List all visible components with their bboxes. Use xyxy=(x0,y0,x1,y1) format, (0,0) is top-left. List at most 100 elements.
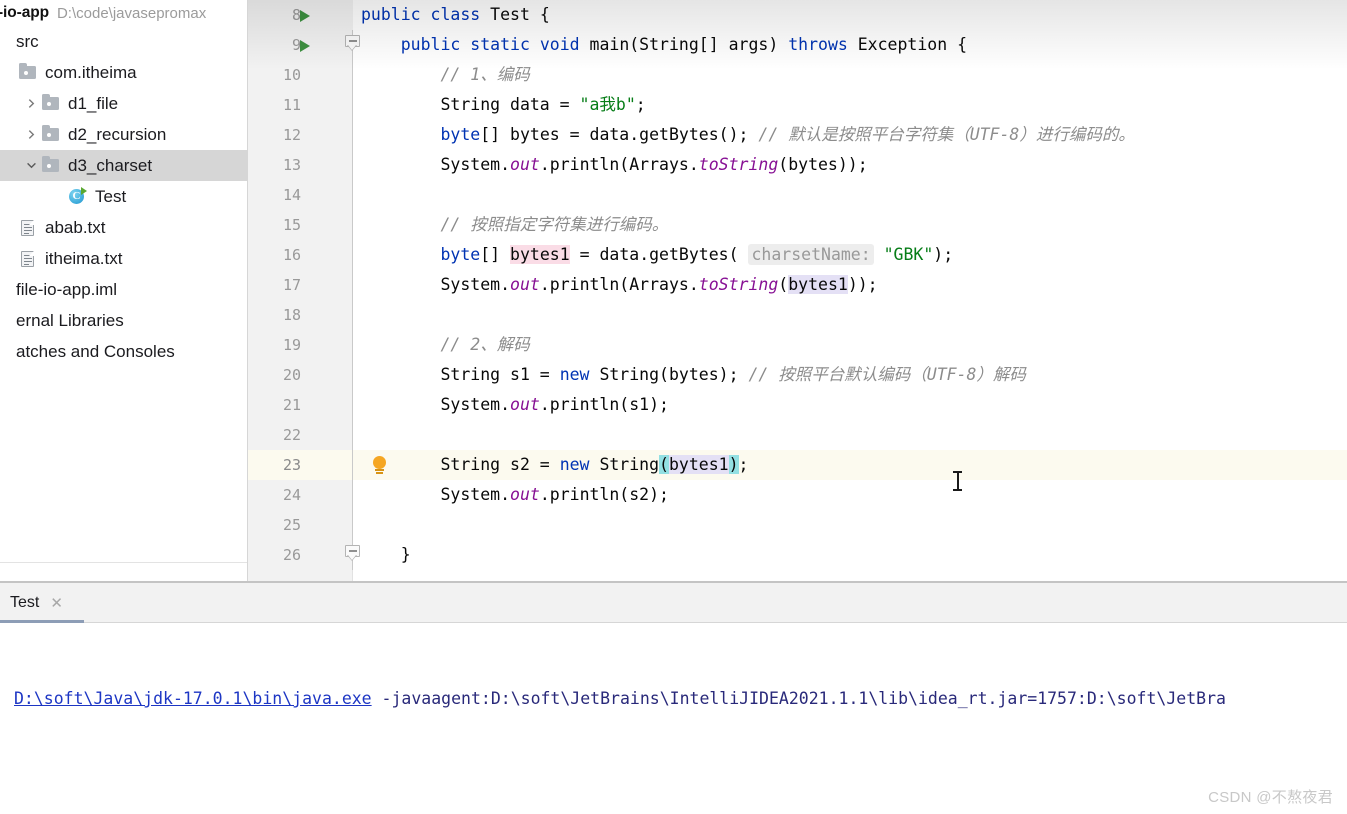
chevron-right-icon[interactable] xyxy=(23,88,39,119)
line-gutter[interactable]: 21 xyxy=(248,390,353,420)
tree-item-label: atches and Consoles xyxy=(16,342,175,362)
line-gutter[interactable]: 17 xyxy=(248,270,353,300)
close-icon[interactable]: ✕ xyxy=(50,596,63,611)
tree-item-itheima-txt[interactable]: itheima.txt xyxy=(0,243,248,274)
tree-item-label: d2_recursion xyxy=(68,125,166,145)
chevron-down-icon[interactable] xyxy=(23,150,39,181)
tree-item-src[interactable]: src xyxy=(0,26,248,57)
code-line[interactable]: 9 public static void main(String[] args)… xyxy=(248,30,1347,60)
chevron-right-icon[interactable] xyxy=(23,119,39,150)
line-gutter[interactable]: 8 xyxy=(248,0,353,30)
code-line[interactable]: 13 System.out.println(Arrays.toString(by… xyxy=(248,150,1347,180)
fold-collapse-icon[interactable] xyxy=(345,35,360,52)
line-number: 15 xyxy=(283,210,301,240)
fold-rail xyxy=(352,330,353,360)
code-lines[interactable]: 8public class Test {9 public static void… xyxy=(248,0,1347,570)
line-gutter[interactable]: 25 xyxy=(248,510,353,540)
code-token: "a我b" xyxy=(580,95,636,114)
project-tree[interactable]: src com.itheima d1_file d2_recursion d3_char… xyxy=(0,26,248,367)
tree-item-d2-recursion[interactable]: d2_recursion xyxy=(0,119,248,150)
code-line[interactable]: 12 byte[] bytes = data.getBytes(); // 默认… xyxy=(248,120,1347,150)
line-gutter[interactable]: 22 xyxy=(248,420,353,450)
code-token: byte xyxy=(440,125,480,144)
code-line[interactable]: 22 xyxy=(248,420,1347,450)
code-line[interactable]: 19 // 2、解码 xyxy=(248,330,1347,360)
tree-item-file-io-app-iml[interactable]: file-io-app.iml xyxy=(0,274,248,305)
console-command-line: D:\soft\Java\jdk-17.0.1\bin\java.exe -ja… xyxy=(14,684,1347,714)
tree-indent-spacer xyxy=(0,57,16,88)
line-gutter[interactable]: 20 xyxy=(248,360,353,390)
code-line[interactable]: 21 System.out.println(s1); xyxy=(248,390,1347,420)
project-tree-panel: -io-app D:\code\javasepromax srccom.ithe… xyxy=(0,0,248,581)
code-line[interactable]: 16 byte[] bytes1 = data.getBytes( charse… xyxy=(248,240,1347,270)
line-number: 18 xyxy=(283,300,301,330)
java-exe-link[interactable]: D:\soft\Java\jdk-17.0.1\bin\java.exe xyxy=(14,689,372,708)
run-gutter-icon[interactable] xyxy=(300,40,310,52)
line-gutter[interactable]: 15 xyxy=(248,210,353,240)
folder-icon xyxy=(39,119,61,150)
line-gutter[interactable]: 23 xyxy=(248,450,353,480)
tree-item-com-itheima[interactable]: com.itheima xyxy=(0,57,248,88)
line-gutter[interactable]: 26 xyxy=(248,540,353,570)
tree-item-label: itheima.txt xyxy=(45,249,122,269)
tree-indent-spacer xyxy=(0,336,16,367)
line-gutter[interactable]: 11 xyxy=(248,90,353,120)
line-gutter[interactable]: 14 xyxy=(248,180,353,210)
tab-test[interactable]: Test ✕ xyxy=(0,583,75,623)
sidebar-hscrollbar-track[interactable] xyxy=(0,562,248,581)
fold-rail xyxy=(352,60,353,90)
fold-collapse-icon[interactable] xyxy=(345,545,360,562)
code-line[interactable]: 15 // 按照指定字符集进行编码。 xyxy=(248,210,1347,240)
code-line[interactable]: 17 System.out.println(Arrays.toString(by… xyxy=(248,270,1347,300)
code-line[interactable]: 26 } xyxy=(248,540,1347,570)
code-line-text: // 1、编码 xyxy=(361,60,530,90)
tree-item-label: file-io-app.iml xyxy=(16,280,117,300)
tree-item-abab-txt[interactable]: abab.txt xyxy=(0,212,248,243)
code-line[interactable]: 8public class Test { xyxy=(248,0,1347,30)
fold-rail xyxy=(352,270,353,300)
line-gutter[interactable]: 24 xyxy=(248,480,353,510)
fold-rail xyxy=(352,300,353,330)
fold-rail xyxy=(352,450,353,480)
code-token: )); xyxy=(848,275,878,294)
fold-rail xyxy=(352,360,353,390)
tree-item-ernal-libraries[interactable]: ernal Libraries xyxy=(0,305,248,336)
code-line[interactable]: 11 String data = "a我b"; xyxy=(248,90,1347,120)
tree-item-label: com.itheima xyxy=(45,63,137,83)
code-token: System. xyxy=(361,275,510,294)
code-token: new xyxy=(560,365,600,384)
line-gutter[interactable]: 13 xyxy=(248,150,353,180)
line-gutter[interactable]: 18 xyxy=(248,300,353,330)
code-line[interactable]: 24 System.out.println(s2); xyxy=(248,480,1347,510)
line-gutter[interactable]: 16 xyxy=(248,240,353,270)
tree-item-d3-charset[interactable]: d3_charset xyxy=(0,150,248,181)
line-gutter[interactable]: 10 xyxy=(248,60,353,90)
fold-rail xyxy=(352,180,353,210)
line-gutter[interactable]: 9 xyxy=(248,30,353,60)
code-token: bytes1 xyxy=(669,455,729,474)
code-line[interactable]: 23 String s2 = new String(bytes1); xyxy=(248,450,1347,480)
code-line[interactable]: 10 // 1、编码 xyxy=(248,60,1347,90)
code-token: String(bytes); xyxy=(599,365,748,384)
code-line-text: String data = "a我b"; xyxy=(361,90,646,120)
code-token: String data = xyxy=(361,95,580,114)
code-line[interactable]: 25 xyxy=(248,510,1347,540)
tree-item-atches-and-consoles[interactable]: atches and Consoles xyxy=(0,336,248,367)
code-token: ( xyxy=(659,455,669,474)
fold-rail xyxy=(352,510,353,540)
code-line-text: byte[] bytes = data.getBytes(); // 默认是按照… xyxy=(361,120,1135,150)
code-line[interactable]: 14 xyxy=(248,180,1347,210)
code-line[interactable]: 18 xyxy=(248,300,1347,330)
code-token: System. xyxy=(361,395,510,414)
line-gutter[interactable]: 12 xyxy=(248,120,353,150)
code-editor[interactable]: 8public class Test {9 public static void… xyxy=(248,0,1347,581)
code-line[interactable]: 20 String s1 = new String(bytes); // 按照平… xyxy=(248,360,1347,390)
tree-item-test[interactable]: CTest xyxy=(0,181,248,212)
run-gutter-icon[interactable] xyxy=(300,10,310,22)
code-token: ( xyxy=(778,275,788,294)
code-token: ) xyxy=(729,455,739,474)
console-output[interactable]: D:\soft\Java\jdk-17.0.1\bin\java.exe -ja… xyxy=(0,624,1347,774)
java-class-runnable-icon: C xyxy=(66,181,88,212)
line-gutter[interactable]: 19 xyxy=(248,330,353,360)
tree-item-d1-file[interactable]: d1_file xyxy=(0,88,248,119)
